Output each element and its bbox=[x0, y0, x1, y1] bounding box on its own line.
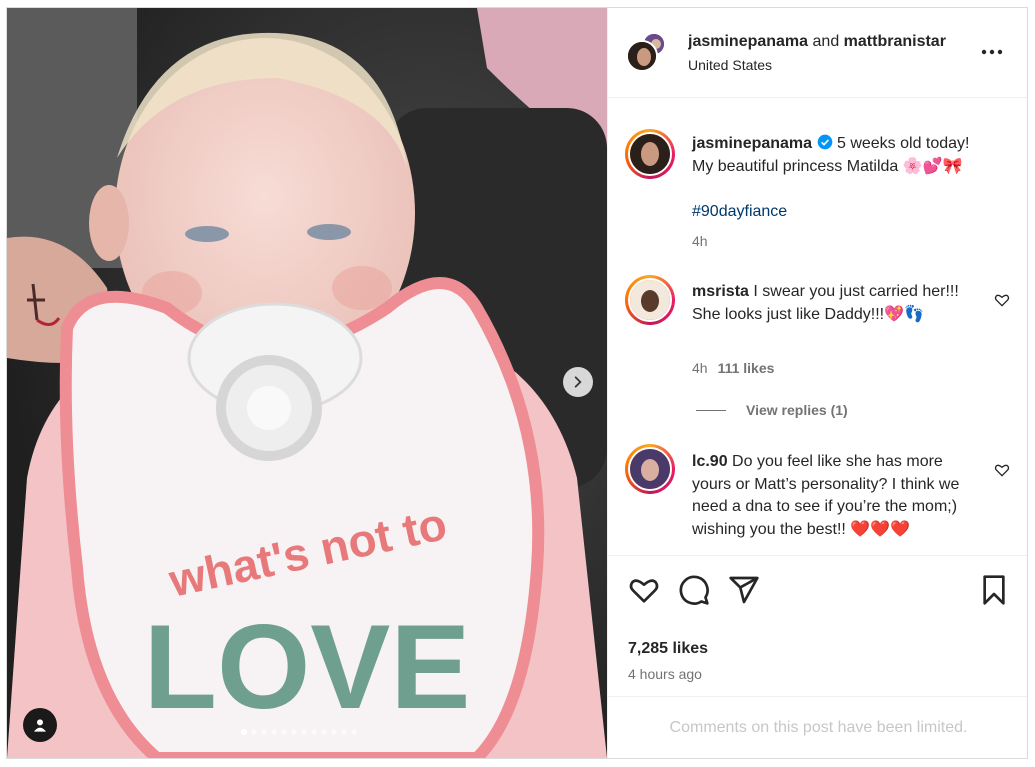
comment-avatar[interactable] bbox=[625, 444, 675, 494]
carousel-dot bbox=[271, 729, 277, 735]
post-timestamp[interactable]: 4 hours ago bbox=[628, 666, 702, 682]
caption-time[interactable]: 4h bbox=[692, 233, 708, 249]
post-authors: jasminepanama and mattbranistar bbox=[688, 33, 963, 51]
comments-limited-notice: Comments on this post have been limited. bbox=[608, 696, 1027, 758]
share-icon[interactable] bbox=[728, 574, 760, 606]
caption-text: jasminepanama 5 weeks old today! My beau… bbox=[692, 133, 984, 178]
carousel-indicator bbox=[241, 729, 357, 735]
comment-meta: 4h 111 likes bbox=[692, 360, 774, 376]
comment-username[interactable]: msrista bbox=[692, 283, 749, 300]
view-replies-label: View replies (1) bbox=[746, 402, 848, 418]
post-actions: 7,285 likes 4 hours ago bbox=[608, 555, 1027, 696]
verified-badge-icon bbox=[817, 134, 832, 150]
bib-love: LOVE bbox=[144, 600, 471, 734]
carousel-dot bbox=[301, 729, 307, 735]
carousel-dot bbox=[291, 729, 297, 735]
user-tag-icon bbox=[34, 719, 46, 732]
caption-hashtag[interactable]: #90dayfiance bbox=[692, 201, 984, 224]
owner-avatar[interactable] bbox=[626, 40, 658, 72]
baby-photo: what's not to LOVE bbox=[7, 8, 607, 758]
next-image-button[interactable] bbox=[563, 367, 593, 397]
collaborator-username-link[interactable]: mattbranistar bbox=[844, 33, 946, 50]
more-options-icon[interactable] bbox=[980, 42, 1004, 62]
owner-username-link[interactable]: jasminepanama bbox=[688, 33, 808, 50]
replies-divider bbox=[696, 409, 726, 411]
comment-avatar[interactable] bbox=[625, 275, 675, 325]
carousel-dot bbox=[251, 729, 257, 735]
user-tags-button[interactable] bbox=[23, 708, 57, 742]
post-header: jasminepanama and mattbranistar United S… bbox=[608, 8, 1027, 98]
comment-icon[interactable] bbox=[678, 574, 710, 606]
collab-avatars[interactable] bbox=[626, 32, 670, 76]
post-dialog: what's not to LOVE jasminepanama and mat… bbox=[6, 7, 1028, 759]
carousel-dot bbox=[261, 729, 267, 735]
carousel-dot bbox=[351, 729, 357, 735]
location-link[interactable]: United States bbox=[688, 57, 772, 73]
carousel-dot bbox=[281, 729, 287, 735]
carousel-dot bbox=[341, 729, 347, 735]
comment-body: Do you feel like she has more yours or M… bbox=[692, 453, 960, 538]
comment-text: lc.90 Do you feel like she has more your… bbox=[692, 451, 984, 541]
post-side-panel: jasminepanama and mattbranistar United S… bbox=[607, 8, 1027, 758]
post-media[interactable]: what's not to LOVE bbox=[7, 8, 607, 758]
bookmark-icon[interactable] bbox=[978, 574, 1010, 606]
comment-time[interactable]: 4h bbox=[692, 360, 708, 376]
view-replies-button[interactable]: View replies (1) bbox=[696, 402, 848, 418]
likes-count[interactable]: 7,285 likes bbox=[628, 640, 708, 658]
authors-joiner: and bbox=[812, 33, 840, 50]
comment-text: msrista I swear you just carried her!!! … bbox=[692, 281, 984, 326]
comments-section[interactable]: jasminepanama 5 weeks old today! My beau… bbox=[608, 99, 1027, 555]
chevron-right-icon bbox=[574, 376, 582, 388]
caption-username[interactable]: jasminepanama bbox=[692, 135, 812, 152]
carousel-dot bbox=[241, 729, 247, 735]
comment-like-icon[interactable] bbox=[994, 462, 1010, 478]
comment-like-icon[interactable] bbox=[994, 292, 1010, 308]
carousel-dot bbox=[311, 729, 317, 735]
carousel-dot bbox=[331, 729, 337, 735]
caption-avatar[interactable] bbox=[625, 129, 675, 179]
comment-likes[interactable]: 111 likes bbox=[718, 360, 775, 376]
heart-icon[interactable] bbox=[628, 574, 660, 606]
comment-username[interactable]: lc.90 bbox=[692, 453, 728, 470]
carousel-dot bbox=[321, 729, 327, 735]
